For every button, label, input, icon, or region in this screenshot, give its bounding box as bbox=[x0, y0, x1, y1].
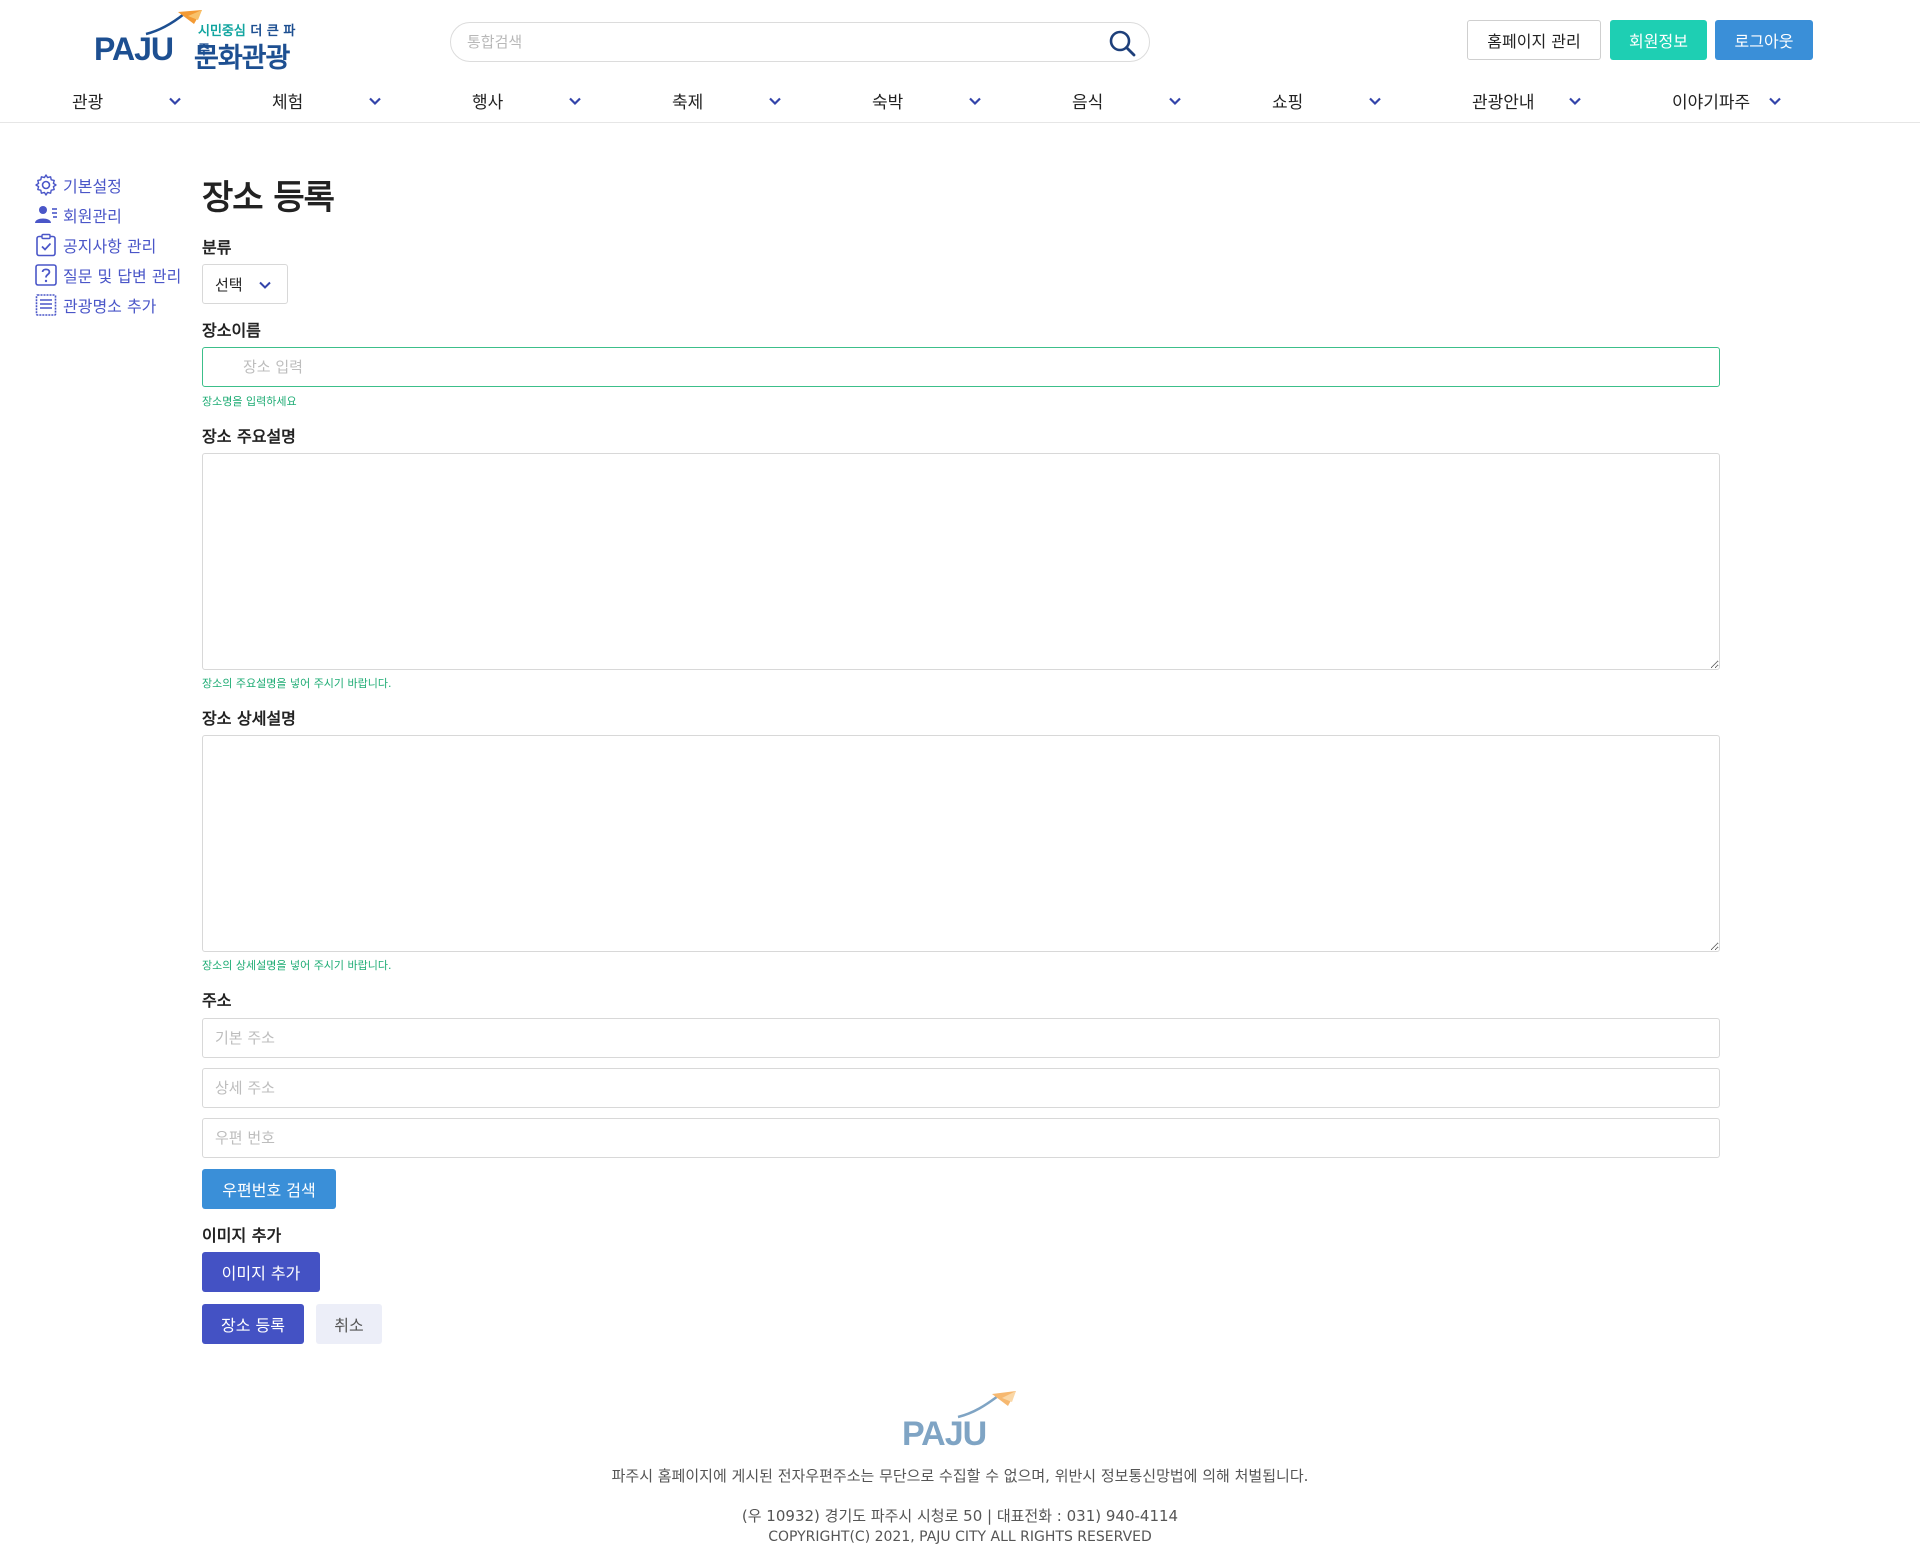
search-icon[interactable] bbox=[1107, 28, 1137, 58]
chevron-down-icon[interactable] bbox=[1767, 93, 1783, 109]
image-label: 이미지 추가 bbox=[202, 1226, 282, 1245]
sidebar-item-label: 공지사항 관리 bbox=[63, 237, 157, 256]
nav-item-label: 체험 bbox=[272, 92, 304, 113]
sidebar-item-label: 질문 및 답변 관리 bbox=[63, 267, 182, 286]
footer-wordmark: PAJU bbox=[902, 1415, 987, 1453]
place-name-input[interactable] bbox=[202, 347, 1720, 387]
footer-logo: PAJU bbox=[900, 1385, 1020, 1455]
detail-label: 장소 상세설명 bbox=[202, 709, 296, 728]
summary-hint: 장소의 주요설명을 넣어 주시기 바랍니다. bbox=[202, 677, 392, 690]
zip-search-button[interactable]: 우편번호 검색 bbox=[202, 1169, 336, 1209]
nav-item-label: 축제 bbox=[672, 92, 704, 113]
category-selected-value: 선택 bbox=[215, 275, 243, 294]
site-footer: PAJU 파주시 홈페이지에 게시된 전자우편주소는 무단으로 수집할 수 없으… bbox=[0, 1385, 1920, 1549]
sidebar-item-qna[interactable]: 질문 및 답변 관리 bbox=[34, 260, 194, 290]
chevron-down-icon[interactable] bbox=[767, 93, 783, 109]
register-place-button[interactable]: 장소 등록 bbox=[202, 1304, 304, 1344]
cancel-button[interactable]: 취소 bbox=[316, 1304, 382, 1344]
nav-item-3[interactable]: 축제 bbox=[672, 84, 703, 116]
nav-item-8[interactable]: 이야기파주 bbox=[1672, 84, 1750, 116]
nav-item-5[interactable]: 음식 bbox=[1072, 84, 1103, 116]
basic-address-input[interactable] bbox=[202, 1018, 1720, 1058]
sidebar-item-settings[interactable]: 기본설정 bbox=[34, 170, 194, 200]
sidebar-item-notices[interactable]: 공지사항 관리 bbox=[34, 230, 194, 260]
chevron-down-icon bbox=[259, 281, 271, 289]
add-image-button[interactable]: 이미지 추가 bbox=[202, 1252, 320, 1292]
footer-notice: 파주시 홈페이지에 게시된 전자우편주소는 무단으로 수집할 수 없으며, 위반… bbox=[611, 1467, 1309, 1485]
nav-item-6[interactable]: 쇼핑 bbox=[1272, 84, 1303, 116]
homepage-admin-button[interactable]: 홈페이지 관리 bbox=[1467, 20, 1601, 60]
logout-button[interactable]: 로그아웃 bbox=[1715, 20, 1813, 60]
nav-item-1[interactable]: 체험 bbox=[272, 84, 303, 116]
place-name-label: 장소이름 bbox=[202, 321, 261, 340]
document-icon bbox=[35, 294, 57, 316]
chevron-down-icon[interactable] bbox=[967, 93, 983, 109]
member-info-button[interactable]: 회원정보 bbox=[1610, 20, 1707, 60]
search-input[interactable] bbox=[467, 29, 1087, 55]
address-label: 주소 bbox=[202, 991, 232, 1010]
nav-item-label: 관광안내 bbox=[1472, 92, 1535, 113]
chevron-down-icon[interactable] bbox=[1567, 93, 1583, 109]
site-logo[interactable]: PAJU 시민중심 더 큰 파주 문화관광 bbox=[94, 8, 306, 74]
chevron-down-icon[interactable] bbox=[1167, 93, 1183, 109]
nav-item-label: 숙박 bbox=[872, 92, 904, 113]
detail-address-input[interactable] bbox=[202, 1068, 1720, 1108]
global-search bbox=[450, 22, 1150, 62]
chevron-down-icon[interactable] bbox=[167, 93, 183, 109]
page-title: 장소 등록 bbox=[202, 178, 335, 218]
sidebar-item-label: 기본설정 bbox=[63, 177, 122, 196]
zip-code-input[interactable] bbox=[202, 1118, 1720, 1158]
chevron-down-icon[interactable] bbox=[1367, 93, 1383, 109]
sidebar-item-label: 회원관리 bbox=[63, 207, 122, 226]
nav-item-label: 행사 bbox=[472, 92, 504, 113]
logo-title: 문화관광 bbox=[194, 43, 290, 74]
user-list-icon bbox=[35, 206, 57, 223]
chevron-down-icon[interactable] bbox=[567, 93, 583, 109]
nav-item-7[interactable]: 관광안내 bbox=[1472, 84, 1535, 116]
category-select[interactable]: 선택 bbox=[202, 264, 288, 304]
question-icon bbox=[35, 264, 57, 286]
category-label: 분류 bbox=[202, 238, 232, 257]
sidebar-item-members[interactable]: 회원관리 bbox=[34, 200, 194, 230]
nav-item-label: 관광 bbox=[72, 92, 104, 113]
detail-hint: 장소의 상세설명을 넣어 주시기 바랍니다. bbox=[202, 959, 392, 972]
clipboard-check-icon bbox=[36, 233, 56, 257]
admin-sidebar: 기본설정 회원관리 공지사항 관리 질문 및 답변 관리 관광명소 추가 bbox=[34, 170, 194, 320]
nav-item-0[interactable]: 관광 bbox=[72, 84, 103, 116]
gear-icon bbox=[35, 174, 57, 196]
footer-copyright: COPYRIGHT(C) 2021, PAJU CITY ALL RIGHTS … bbox=[768, 1529, 1152, 1545]
sidebar-item-add-attraction[interactable]: 관광명소 추가 bbox=[34, 290, 194, 320]
nav-item-2[interactable]: 행사 bbox=[472, 84, 503, 116]
logo-wordmark: PAJU bbox=[94, 31, 174, 67]
summary-label: 장소 주요설명 bbox=[202, 427, 296, 446]
detail-textarea[interactable] bbox=[202, 735, 1720, 952]
nav-item-label: 이야기파주 bbox=[1672, 92, 1751, 113]
chevron-down-icon[interactable] bbox=[367, 93, 383, 109]
site-header: PAJU 시민중심 더 큰 파주 문화관광 홈페이지 관리 회원정보 로그아웃 … bbox=[0, 0, 1920, 123]
nav-item-label: 쇼핑 bbox=[1272, 92, 1304, 113]
nav-item-4[interactable]: 숙박 bbox=[872, 84, 903, 116]
nav-item-label: 음식 bbox=[1072, 92, 1104, 113]
sidebar-item-label: 관광명소 추가 bbox=[63, 297, 157, 316]
place-name-hint: 장소명을 입력하세요 bbox=[202, 395, 297, 408]
summary-textarea[interactable] bbox=[202, 453, 1720, 670]
main-nav: 관광 체험 행사 축제 숙박 음식 쇼핑 관광안내 이야기파주 bbox=[0, 84, 1920, 116]
footer-address: (우 10932) 경기도 파주시 시청로 50 | 대표전화 : 031) 9… bbox=[741, 1507, 1179, 1525]
